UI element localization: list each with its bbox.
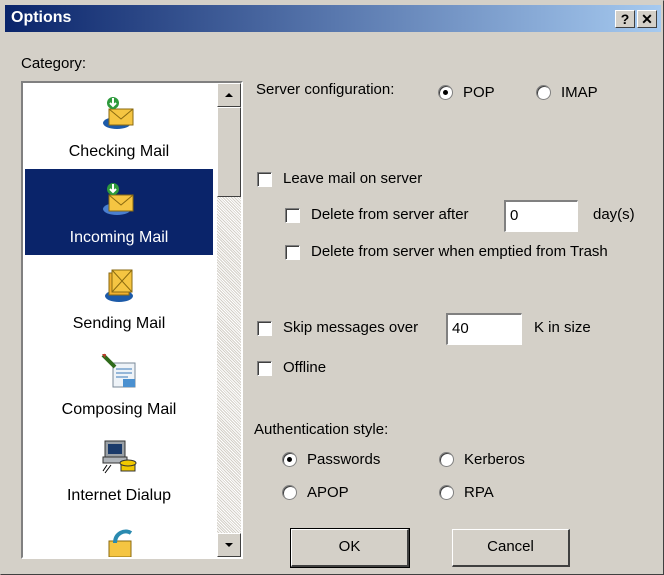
pop-radio[interactable]	[438, 85, 453, 100]
category-scrollbar[interactable]	[217, 83, 241, 557]
passwords-label: Passwords	[307, 451, 381, 468]
arrow-up-icon	[225, 93, 233, 97]
category-item-composing-mail[interactable]: Composing Mail	[25, 341, 213, 427]
delete-after-input[interactable]: 0	[504, 200, 578, 232]
window-title: Options	[11, 9, 72, 26]
skip-messages-label: Skip messages over	[283, 319, 419, 336]
delete-trash-checkbox[interactable]	[285, 245, 300, 260]
scroll-up-button[interactable]	[217, 83, 241, 107]
scroll-thumb[interactable]	[217, 107, 241, 197]
pop-label: POP	[463, 84, 495, 101]
auth-style-label: Authentication style:	[254, 421, 389, 438]
composing-mail-icon	[101, 353, 136, 388]
delete-after-label: Delete from server after	[311, 206, 469, 223]
close-button[interactable]: ✕	[637, 10, 657, 28]
apop-radio[interactable]	[282, 485, 297, 500]
category-label: Category:	[21, 55, 87, 72]
offline-label: Offline	[283, 359, 327, 376]
title-bar: Options ? ✕	[5, 5, 661, 32]
category-item-incoming-mail[interactable]: Incoming Mail	[25, 169, 213, 255]
category-item-label: Internet Dialup	[66, 487, 172, 504]
scroll-down-button[interactable]	[217, 533, 241, 557]
help-button[interactable]: ?	[615, 10, 635, 28]
server-config-label: Server configuration:	[256, 81, 395, 98]
category-item-internet-dialup[interactable]: Internet Dialup	[25, 427, 213, 513]
cancel-button[interactable]: Cancel	[452, 529, 570, 567]
category-item-sending-mail[interactable]: Sending Mail	[25, 255, 213, 341]
imap-radio[interactable]	[536, 85, 551, 100]
category-item-label: Sending Mail	[72, 315, 166, 332]
leave-mail-checkbox[interactable]	[257, 172, 272, 187]
options-dialog: Options ? ✕ Category: Checking Mail Inco…	[0, 0, 664, 575]
delete-after-checkbox[interactable]	[285, 208, 300, 223]
sending-mail-icon	[105, 269, 133, 302]
imap-label: IMAP	[561, 84, 598, 101]
days-label: day(s)	[593, 206, 635, 223]
category-list[interactable]: Checking Mail Incoming Mail Sending Mail…	[21, 81, 243, 559]
incoming-mail-icon	[103, 183, 134, 215]
passwords-radio[interactable]	[282, 452, 297, 467]
offline-checkbox[interactable]	[257, 361, 272, 376]
ok-button[interactable]: OK	[290, 528, 410, 568]
kerberos-radio[interactable]	[439, 452, 454, 467]
skip-size-input[interactable]: 40	[446, 313, 522, 345]
delete-trash-label: Delete from server when emptied from Tra…	[311, 243, 608, 260]
category-item-label: Checking Mail	[68, 143, 170, 160]
category-item-checking-mail[interactable]: Checking Mail	[25, 83, 213, 169]
leave-mail-label: Leave mail on server	[283, 170, 423, 187]
checking-mail-icon	[103, 97, 134, 129]
skip-unit-label: K in size	[534, 319, 591, 336]
skip-messages-checkbox[interactable]	[257, 321, 272, 336]
kerberos-label: Kerberos	[464, 451, 525, 468]
mail-arrow-icon	[108, 529, 133, 557]
category-item-label: Composing Mail	[61, 401, 177, 418]
rpa-radio[interactable]	[439, 485, 454, 500]
apop-label: APOP	[307, 484, 349, 501]
rpa-label: RPA	[464, 484, 494, 501]
category-item-label: Incoming Mail	[69, 229, 169, 246]
internet-dialup-icon	[102, 440, 137, 474]
arrow-down-icon	[225, 543, 233, 547]
category-item-partial[interactable]	[25, 513, 213, 557]
